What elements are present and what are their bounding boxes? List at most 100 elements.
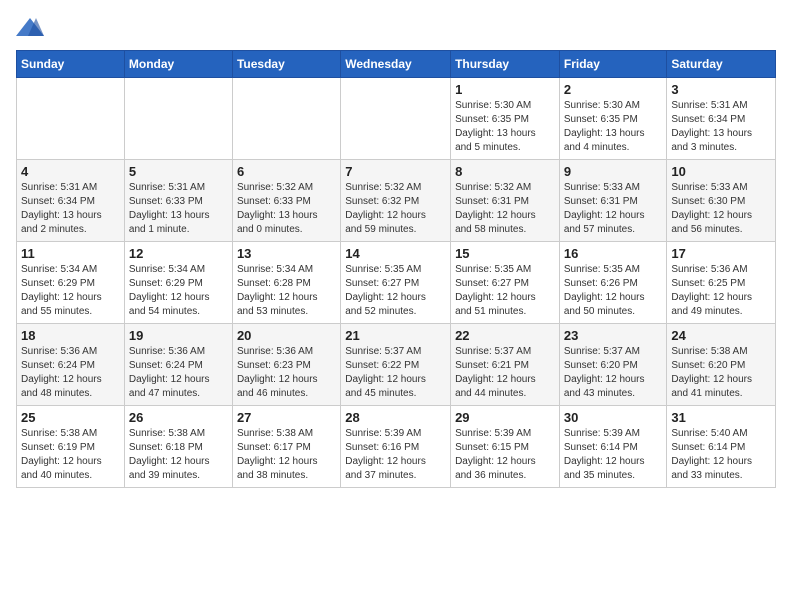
- day-info: Sunrise: 5:30 AM Sunset: 6:35 PM Dayligh…: [455, 99, 555, 155]
- day-number: 16: [564, 246, 663, 261]
- calendar-cell: 26 Sunrise: 5:38 AM Sunset: 6:18 PM Dayli…: [124, 406, 232, 488]
- day-number: 1: [455, 82, 555, 97]
- calendar-cell: [124, 78, 232, 160]
- calendar-cell: 2 Sunrise: 5:30 AM Sunset: 6:35 PM Daylig…: [559, 78, 667, 160]
- calendar-cell: 28Sunrise: 5:39 AM Sunset: 6:16 PM Dayli…: [341, 406, 451, 488]
- day-number: 3: [671, 82, 771, 97]
- day-info: Sunrise: 5:38 AM Sunset: 6:18 PM Dayligh…: [129, 427, 228, 483]
- calendar-cell: 17 Sunrise: 5:36 AM Sunset: 6:25 PM Dayli…: [667, 242, 776, 324]
- calendar-cell: 13Sunrise: 5:34 AM Sunset: 6:28 PM Dayli…: [232, 242, 340, 324]
- calendar-week-5: 25 Sunrise: 5:38 AM Sunset: 6:19 PM Dayli…: [17, 406, 776, 488]
- day-info: Sunrise: 5:31 AM Sunset: 6:33 PM Dayligh…: [129, 181, 228, 237]
- day-info: Sunrise: 5:36 AM Sunset: 6:24 PM Dayligh…: [129, 345, 228, 401]
- day-of-week-tuesday: Tuesday: [232, 51, 340, 78]
- calendar-cell: 8 Sunrise: 5:32 AM Sunset: 6:31 PM Daylig…: [451, 160, 560, 242]
- day-number: 20: [237, 328, 336, 343]
- calendar-cell: 16Sunrise: 5:35 AM Sunset: 6:26 PM Dayli…: [559, 242, 667, 324]
- day-info: Sunrise: 5:37 AM Sunset: 6:21 PM Dayligh…: [455, 345, 555, 401]
- day-number: 17: [671, 246, 771, 261]
- day-info: Sunrise: 5:38 AM Sunset: 6:19 PM Dayligh…: [21, 427, 120, 483]
- day-number: 8: [455, 164, 555, 179]
- day-info: Sunrise: 5:32 AM Sunset: 6:33 PM Dayligh…: [237, 181, 336, 237]
- logo: [16, 16, 48, 38]
- day-of-week-friday: Friday: [559, 51, 667, 78]
- day-info: Sunrise: 5:38 AM Sunset: 6:17 PM Dayligh…: [237, 427, 336, 483]
- calendar-cell: 9Sunrise: 5:33 AM Sunset: 6:31 PM Daylig…: [559, 160, 667, 242]
- calendar-week-1: 1 Sunrise: 5:30 AM Sunset: 6:35 PM Daylig…: [17, 78, 776, 160]
- calendar-week-2: 4Sunrise: 5:31 AM Sunset: 6:34 PM Daylig…: [17, 160, 776, 242]
- calendar-cell: 31Sunrise: 5:40 AM Sunset: 6:14 PM Dayli…: [667, 406, 776, 488]
- day-info: Sunrise: 5:31 AM Sunset: 6:34 PM Dayligh…: [21, 181, 120, 237]
- day-number: 14: [345, 246, 446, 261]
- calendar-cell: 1 Sunrise: 5:30 AM Sunset: 6:35 PM Daylig…: [451, 78, 560, 160]
- calendar-cell: 20 Sunrise: 5:36 AM Sunset: 6:23 PM Dayli…: [232, 324, 340, 406]
- calendar-week-3: 11 Sunrise: 5:34 AM Sunset: 6:29 PM Dayli…: [17, 242, 776, 324]
- day-info: Sunrise: 5:36 AM Sunset: 6:24 PM Dayligh…: [21, 345, 120, 401]
- day-of-week-saturday: Saturday: [667, 51, 776, 78]
- page-header: [16, 16, 776, 38]
- calendar-cell: 7 Sunrise: 5:32 AM Sunset: 6:32 PM Daylig…: [341, 160, 451, 242]
- day-number: 31: [671, 410, 771, 425]
- calendar-cell: 22 Sunrise: 5:37 AM Sunset: 6:21 PM Dayli…: [451, 324, 560, 406]
- day-info: Sunrise: 5:36 AM Sunset: 6:23 PM Dayligh…: [237, 345, 336, 401]
- day-info: Sunrise: 5:37 AM Sunset: 6:20 PM Dayligh…: [564, 345, 663, 401]
- calendar-cell: 6 Sunrise: 5:32 AM Sunset: 6:33 PM Daylig…: [232, 160, 340, 242]
- day-info: Sunrise: 5:38 AM Sunset: 6:20 PM Dayligh…: [671, 345, 771, 401]
- day-number: 23: [564, 328, 663, 343]
- day-of-week-thursday: Thursday: [451, 51, 560, 78]
- calendar-cell: [341, 78, 451, 160]
- day-number: 18: [21, 328, 120, 343]
- day-number: 26: [129, 410, 228, 425]
- day-info: Sunrise: 5:35 AM Sunset: 6:27 PM Dayligh…: [345, 263, 446, 319]
- day-number: 2: [564, 82, 663, 97]
- calendar-cell: 5 Sunrise: 5:31 AM Sunset: 6:33 PM Daylig…: [124, 160, 232, 242]
- day-number: 30: [564, 410, 663, 425]
- day-number: 15: [455, 246, 555, 261]
- day-number: 28: [345, 410, 446, 425]
- calendar-cell: 21 Sunrise: 5:37 AM Sunset: 6:22 PM Dayli…: [341, 324, 451, 406]
- day-number: 12: [129, 246, 228, 261]
- day-info: Sunrise: 5:34 AM Sunset: 6:29 PM Dayligh…: [129, 263, 228, 319]
- day-info: Sunrise: 5:33 AM Sunset: 6:31 PM Dayligh…: [564, 181, 663, 237]
- calendar-week-4: 18 Sunrise: 5:36 AM Sunset: 6:24 PM Dayli…: [17, 324, 776, 406]
- day-info: Sunrise: 5:39 AM Sunset: 6:14 PM Dayligh…: [564, 427, 663, 483]
- calendar-table: SundayMondayTuesdayWednesdayThursdayFrid…: [16, 50, 776, 488]
- calendar-header: SundayMondayTuesdayWednesdayThursdayFrid…: [17, 51, 776, 78]
- day-number: 29: [455, 410, 555, 425]
- calendar-cell: [232, 78, 340, 160]
- calendar-cell: 29Sunrise: 5:39 AM Sunset: 6:15 PM Dayli…: [451, 406, 560, 488]
- day-info: Sunrise: 5:34 AM Sunset: 6:29 PM Dayligh…: [21, 263, 120, 319]
- day-info: Sunrise: 5:33 AM Sunset: 6:30 PM Dayligh…: [671, 181, 771, 237]
- calendar-cell: 27 Sunrise: 5:38 AM Sunset: 6:17 PM Dayli…: [232, 406, 340, 488]
- calendar-cell: 3Sunrise: 5:31 AM Sunset: 6:34 PM Daylig…: [667, 78, 776, 160]
- calendar-cell: 4Sunrise: 5:31 AM Sunset: 6:34 PM Daylig…: [17, 160, 125, 242]
- calendar-cell: 14 Sunrise: 5:35 AM Sunset: 6:27 PM Dayli…: [341, 242, 451, 324]
- day-number: 21: [345, 328, 446, 343]
- day-of-week-monday: Monday: [124, 51, 232, 78]
- calendar-cell: 30 Sunrise: 5:39 AM Sunset: 6:14 PM Dayli…: [559, 406, 667, 488]
- calendar-cell: 15Sunrise: 5:35 AM Sunset: 6:27 PM Dayli…: [451, 242, 560, 324]
- day-number: 27: [237, 410, 336, 425]
- day-of-week-sunday: Sunday: [17, 51, 125, 78]
- calendar-cell: 19 Sunrise: 5:36 AM Sunset: 6:24 PM Dayli…: [124, 324, 232, 406]
- day-info: Sunrise: 5:30 AM Sunset: 6:35 PM Dayligh…: [564, 99, 663, 155]
- day-number: 22: [455, 328, 555, 343]
- day-info: Sunrise: 5:32 AM Sunset: 6:31 PM Dayligh…: [455, 181, 555, 237]
- day-of-week-wednesday: Wednesday: [341, 51, 451, 78]
- day-number: 11: [21, 246, 120, 261]
- day-number: 24: [671, 328, 771, 343]
- calendar-cell: 18 Sunrise: 5:36 AM Sunset: 6:24 PM Dayli…: [17, 324, 125, 406]
- day-info: Sunrise: 5:37 AM Sunset: 6:22 PM Dayligh…: [345, 345, 446, 401]
- day-number: 19: [129, 328, 228, 343]
- day-number: 25: [21, 410, 120, 425]
- day-number: 7: [345, 164, 446, 179]
- day-info: Sunrise: 5:32 AM Sunset: 6:32 PM Dayligh…: [345, 181, 446, 237]
- calendar-cell: 12 Sunrise: 5:34 AM Sunset: 6:29 PM Dayli…: [124, 242, 232, 324]
- day-number: 5: [129, 164, 228, 179]
- calendar-cell: 11 Sunrise: 5:34 AM Sunset: 6:29 PM Dayli…: [17, 242, 125, 324]
- calendar-cell: [17, 78, 125, 160]
- day-number: 6: [237, 164, 336, 179]
- day-info: Sunrise: 5:36 AM Sunset: 6:25 PM Dayligh…: [671, 263, 771, 319]
- day-info: Sunrise: 5:34 AM Sunset: 6:28 PM Dayligh…: [237, 263, 336, 319]
- calendar-cell: 25 Sunrise: 5:38 AM Sunset: 6:19 PM Dayli…: [17, 406, 125, 488]
